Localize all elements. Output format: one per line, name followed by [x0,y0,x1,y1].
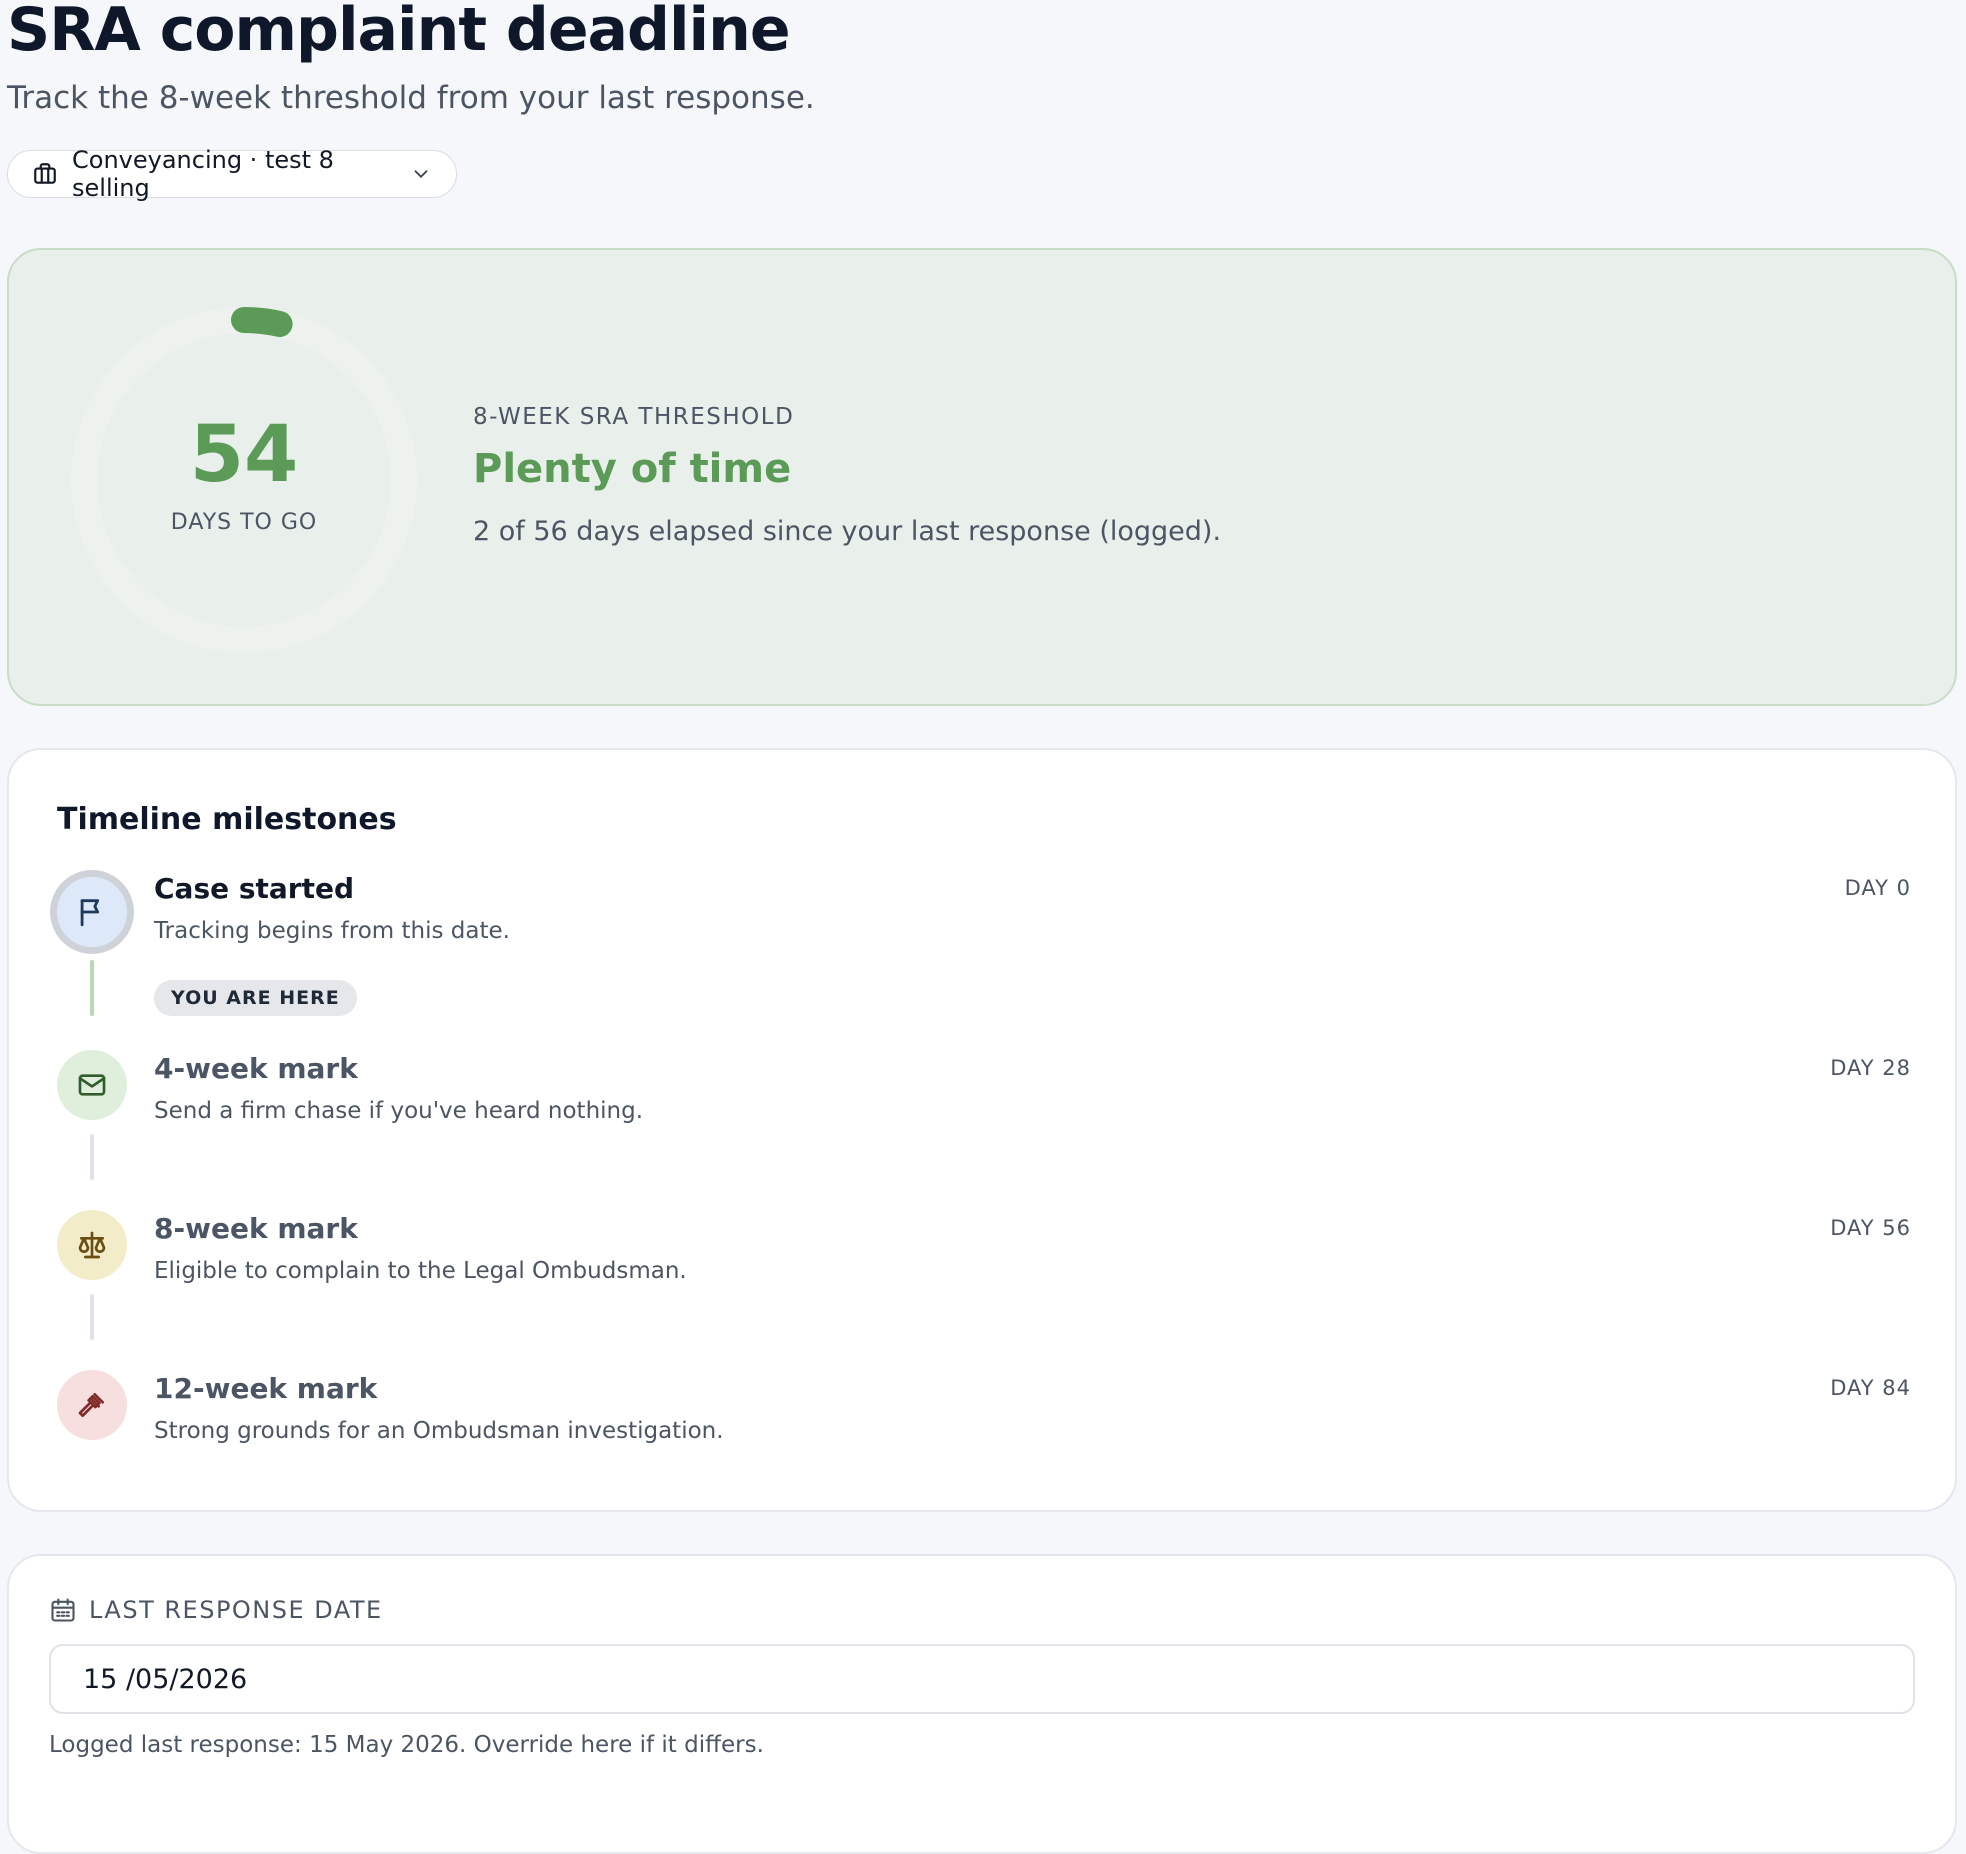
days-remaining-label: DAYS TO GO [170,510,318,535]
case-selector-label: Conveyancing · test 8 selling [72,146,334,202]
case-selector[interactable]: Conveyancing · test 8 selling [7,146,457,202]
milestone-day: DAY 56 [1830,1216,1911,1240]
milestone-name: 8-week mark [154,1212,358,1245]
milestone-name: 12-week mark [154,1372,378,1405]
flag-icon [50,870,134,954]
timeline-connector [90,1134,94,1180]
briefcase-icon [32,161,58,187]
last-response-card: LAST RESPONSE DATE 15 /05/2026 Logged la… [7,1554,1957,1854]
milestone-description: Strong grounds for an Ombudsman investig… [154,1418,724,1444]
milestone-day: DAY 84 [1830,1376,1911,1400]
timeline-title: Timeline milestones [57,802,397,837]
last-response-date-input[interactable]: 15 /05/2026 [49,1644,1915,1714]
scales-icon [57,1210,127,1280]
you-are-here-badge: YOU ARE HERE [154,980,357,1016]
milestone-name: Case started [154,872,355,905]
timeline-connector [90,1294,94,1340]
chevron-down-icon [410,163,432,185]
last-response-date-value: 15 /05/2026 [83,1663,248,1695]
milestone-day: DAY 28 [1830,1056,1911,1080]
gavel-icon [57,1370,127,1440]
calendar-icon [49,1596,77,1624]
threshold-detail: 2 of 56 days elapsed since your last res… [473,516,1222,547]
milestone-description: Tracking begins from this date. [154,918,510,944]
last-response-label: LAST RESPONSE DATE [89,1596,383,1624]
deadline-status-card: 54 DAYS TO GO 8-WEEK SRA THRESHOLD Plent… [7,248,1957,706]
timeline-connector [90,960,94,1016]
timeline-card: Timeline milestones Case started Trackin… [7,748,1957,1512]
milestone-description: Send a firm chase if you've heard nothin… [154,1098,644,1124]
days-progress-ring: 54 DAYS TO GO [54,290,434,670]
page: SRA complaint deadline Track the 8-week … [0,0,1966,1854]
milestone-name: 4-week mark [154,1052,358,1085]
page-subtitle: Track the 8-week threshold from your las… [7,80,815,116]
milestone-day: DAY 0 [1844,876,1911,900]
days-remaining-value: 54 [189,410,299,500]
page-title: SRA complaint deadline [7,0,791,65]
threshold-label: 8-WEEK SRA THRESHOLD [473,404,795,430]
mail-icon [57,1050,127,1120]
threshold-status: Plenty of time [473,446,792,492]
milestone-description: Eligible to complain to the Legal Ombuds… [154,1258,687,1284]
last-response-hint: Logged last response: 15 May 2026. Overr… [49,1732,764,1758]
